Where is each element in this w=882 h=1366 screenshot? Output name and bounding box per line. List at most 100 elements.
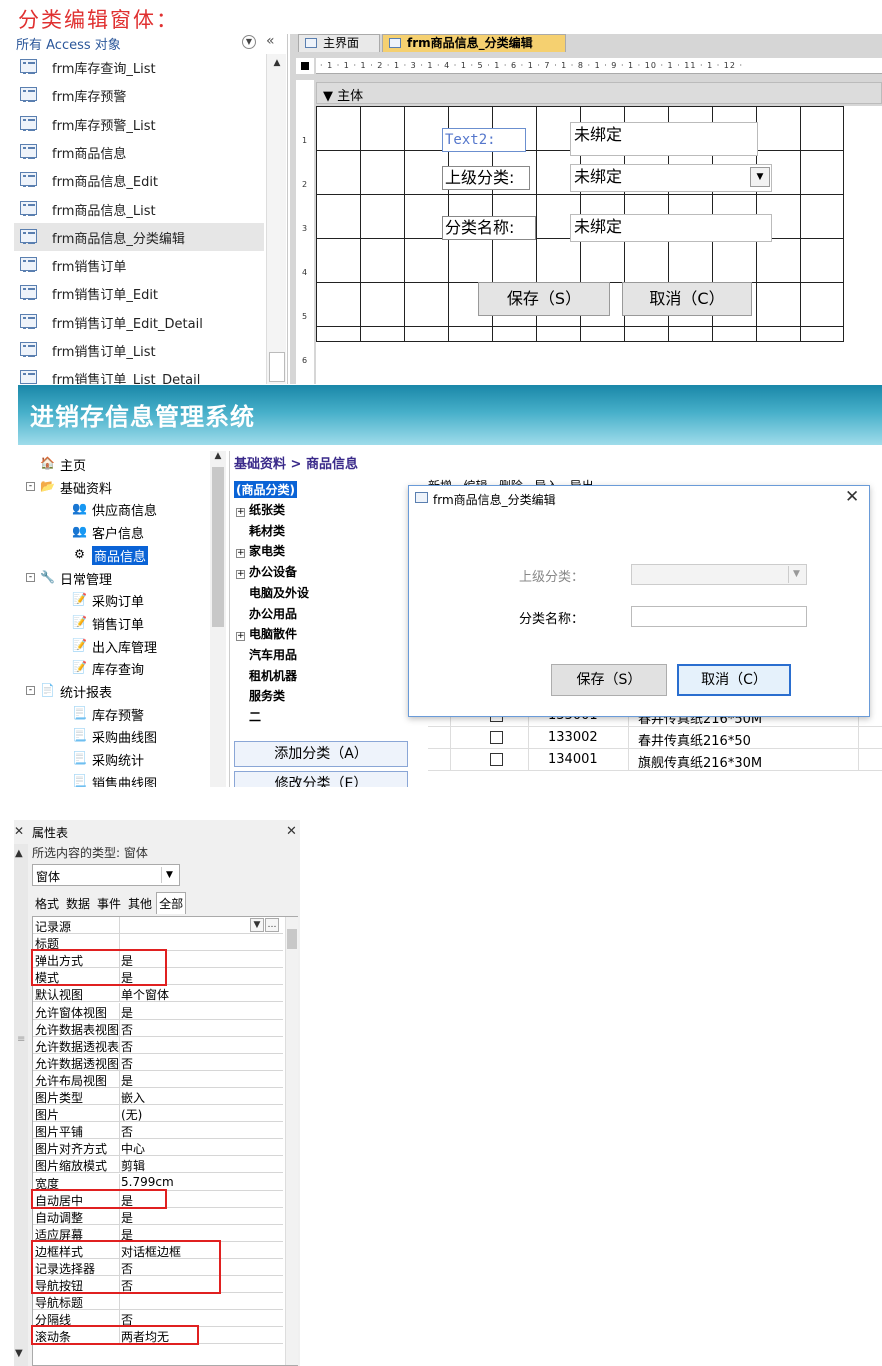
nav-item[interactable]: frm库存查询_List [14,53,264,81]
category-name-textbox[interactable]: 未绑定 [570,214,772,242]
close-icon[interactable]: ✕ [14,824,24,838]
category-name-label[interactable]: 分类名称: [442,216,536,240]
category-item[interactable]: + 办公设备 [236,563,297,580]
chevron-down-icon[interactable]: ▼ [788,566,804,583]
property-row[interactable]: 允许数据透视图否 [33,1053,283,1072]
nav-item[interactable]: frm库存预警_List [14,110,264,138]
property-value[interactable]: 否 [121,1038,133,1055]
property-row[interactable]: 允许数据透视表否 [33,1036,283,1055]
object-select[interactable]: 窗体 ▼ [32,864,180,886]
category-item[interactable]: 电脑及外设 [236,584,309,601]
property-row[interactable]: 图片类型 嵌入 [33,1088,283,1105]
row-checkbox[interactable] [490,731,503,744]
nav-item[interactable]: frm销售订单 [14,251,264,279]
property-value[interactable]: 中心 [121,1140,145,1157]
property-row[interactable]: 图片 (无) [33,1105,283,1123]
edit-category-button[interactable]: 修改分类（E） [234,771,408,787]
scroll-up-icon[interactable]: ▲ [15,848,23,859]
tab-category-edit[interactable]: frm商品信息_分类编辑 [382,34,566,52]
category-item[interactable]: 租机机器 [236,667,297,684]
property-value[interactable]: 是 [121,1209,133,1226]
dialog-titlebar[interactable]: frm商品信息_分类编辑 ✕ [409,486,869,512]
expand-icon[interactable]: + [236,632,245,642]
nav-header[interactable]: 所有 Access 对象 ▼ « [14,34,288,53]
property-value[interactable]: 否 [121,1123,133,1140]
property-row[interactable]: 记录源 [33,917,283,934]
nav-item[interactable]: frm商品信息_List [14,195,264,223]
tab-main[interactable]: 主界面 [298,34,380,52]
builder-icon[interactable]: … [265,918,279,932]
category-item[interactable]: + 家电类 [236,542,285,559]
property-value[interactable]: 是 [121,1072,133,1089]
property-tab[interactable]: 事件 [94,892,124,915]
save-button[interactable]: 保存（S） [551,664,667,696]
category-item[interactable]: 服务类 [236,687,285,704]
cancel-button[interactable]: 取消（C） [677,664,791,696]
expand-icon[interactable]: + [236,570,245,580]
property-value[interactable]: 否 [121,1021,133,1038]
property-value[interactable]: 嵌入 [121,1089,145,1106]
form-selector-icon[interactable] [301,62,309,70]
text2-label[interactable]: Text2: [442,128,526,152]
nav-item[interactable]: frm销售订单_List_Detail [14,364,264,384]
property-value[interactable]: 剪辑 [121,1157,145,1174]
collapse-icon[interactable]: - [26,572,35,582]
property-row[interactable]: 图片对齐方式 中心 [33,1139,283,1157]
nav-item[interactable]: frm销售订单_Edit_Detail [14,308,264,336]
property-row[interactable]: 图片缩放模式 剪辑 [33,1156,283,1174]
property-row[interactable]: 允许窗体视图是 [33,1002,283,1021]
property-row[interactable]: 图片平铺 否 [33,1122,283,1140]
collapse-icon[interactable]: « [266,34,275,49]
scroll-thumb[interactable] [212,467,224,627]
category-name-input[interactable] [631,606,807,627]
property-value[interactable]: 是 [121,1004,133,1021]
table-row[interactable]: 133002 春井传真纸216*50 [428,727,882,749]
property-row[interactable]: 允许布局视图是 [33,1070,283,1089]
scroll-up-icon[interactable]: ▲ [267,54,287,72]
nav-item[interactable]: frm库存预警 [14,81,264,109]
property-row[interactable]: 自动调整 是 [33,1207,283,1226]
nav-item[interactable]: frm销售订单_Edit [14,279,264,307]
scroll-thumb[interactable] [269,352,285,382]
collapse-icon[interactable]: - [26,481,35,491]
property-value[interactable]: 单个窗体 [121,986,169,1003]
nav-item[interactable]: frm销售订单_List [14,336,264,364]
property-value[interactable]: (无) [121,1106,142,1123]
row-checkbox[interactable] [490,753,503,766]
property-tab[interactable]: 其他 [125,892,155,915]
property-tab[interactable]: 数据 [63,892,93,915]
close-icon[interactable]: ✕ [845,487,859,507]
parent-category-label[interactable]: 上级分类: [442,166,530,190]
save-button[interactable]: 保存（S） [478,282,610,316]
nav-item[interactable]: frm商品信息_Edit [14,166,264,194]
category-item[interactable]: 二 [236,708,261,725]
property-tab[interactable]: 全部 [156,892,187,914]
category-item[interactable]: 办公用品 [236,605,297,622]
property-row[interactable]: 默认视图 单个窗体 [33,985,283,1003]
scroll-up-icon[interactable]: ▲ [210,451,226,465]
expand-icon[interactable]: + [236,549,245,559]
expand-icon[interactable]: + [236,508,245,517]
category-item[interactable]: 耗材类 [236,522,285,539]
parent-category-select[interactable]: ▼ [631,564,807,585]
section-bar-detail[interactable]: ▼ 主体 [316,82,882,104]
ruler-corner[interactable] [296,58,314,74]
parent-category-combo[interactable]: 未绑定 [570,164,772,192]
nav-item[interactable]: frm商品信息 [14,138,264,166]
unbound-textbox-1[interactable]: 未绑定 [570,122,758,156]
close-icon[interactable]: ✕ [286,824,297,839]
chevron-down-icon[interactable]: ▼ [250,918,264,932]
nav-item[interactable]: frm商品信息_分类编辑 [14,222,264,251]
scroll-thumb[interactable] [287,929,297,949]
cancel-button[interactable]: 取消（C） [622,282,752,316]
property-value[interactable]: 否 [121,1055,133,1072]
nav-scrollbar[interactable]: ▲ [266,54,286,384]
property-row[interactable]: 导航标题 [33,1293,283,1311]
add-category-button[interactable]: 添加分类（A） [234,741,408,767]
chevron-down-icon[interactable]: ▼ [161,867,177,883]
category-item[interactable]: + 电脑散件 [236,625,297,642]
scroll-down-icon[interactable]: ▼ [15,1348,23,1359]
collapse-icon[interactable]: - [26,686,35,695]
category-root[interactable]: (商品分类) [234,481,297,498]
property-tab[interactable]: 格式 [32,892,62,915]
